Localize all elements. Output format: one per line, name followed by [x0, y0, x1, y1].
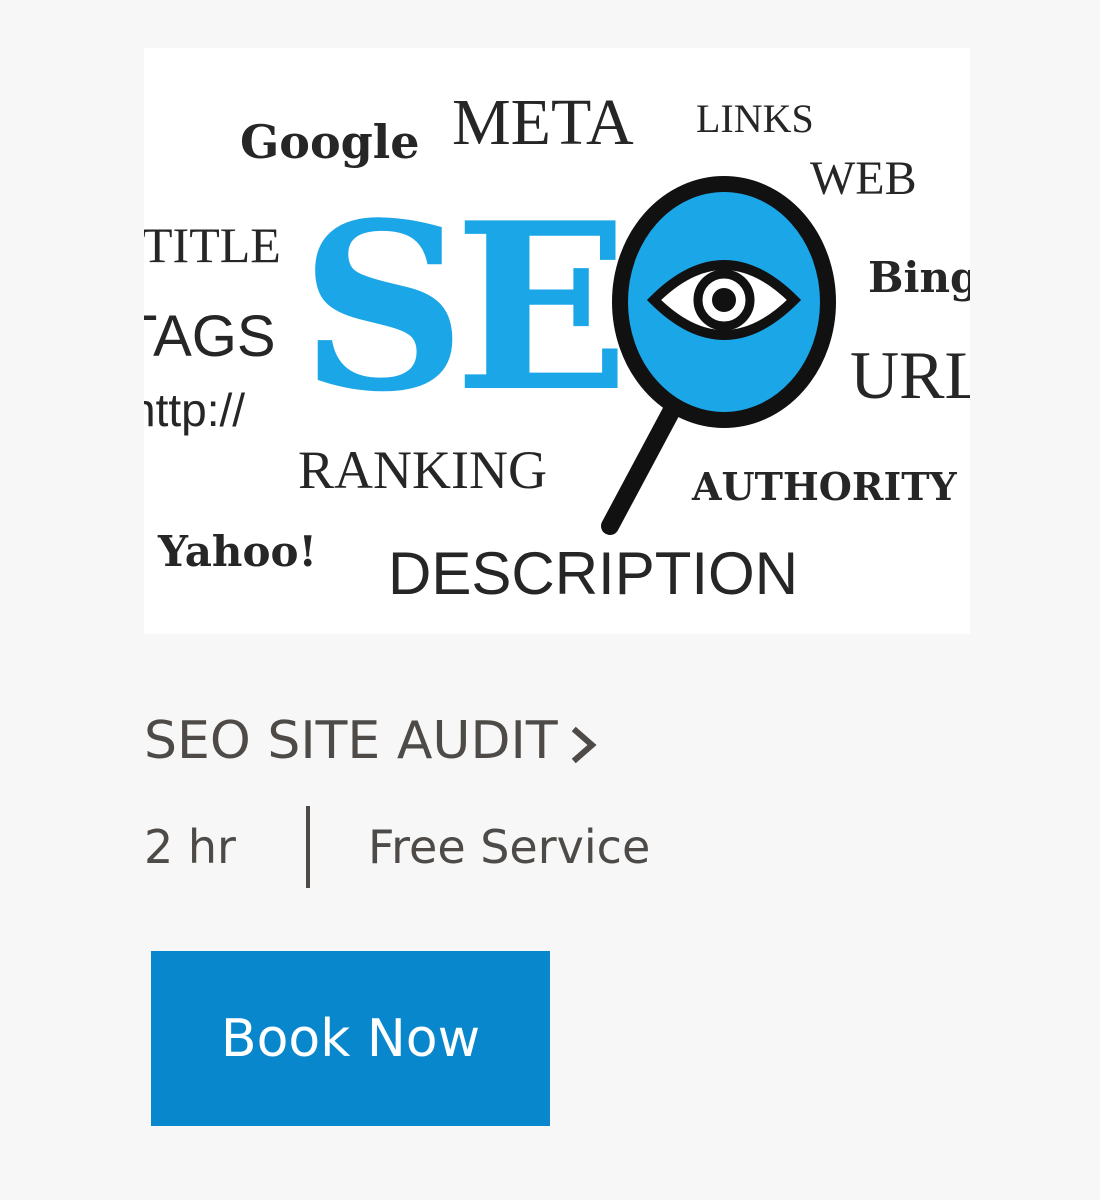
word-http: http:// — [144, 384, 245, 436]
word-url: URL — [850, 337, 970, 413]
seo-word-cloud: Google META LINKS WEB TITLE Bing TAGS UR… — [144, 48, 970, 634]
chevron-right-icon — [564, 725, 604, 765]
seo-letter-e: E — [454, 173, 629, 443]
service-card: Google META LINKS WEB TITLE Bing TAGS UR… — [0, 0, 1100, 1200]
service-title-link[interactable]: SEO SITE AUDIT — [144, 706, 604, 776]
details-divider — [306, 806, 310, 888]
seo-letter-s: S — [300, 173, 466, 443]
word-title: TITLE — [144, 217, 281, 273]
word-ranking: RANKING — [298, 440, 547, 500]
service-price: Free Service — [368, 820, 651, 874]
word-tags: TAGS — [144, 304, 276, 369]
word-google: Google — [240, 115, 420, 169]
word-bing: Bing — [868, 253, 970, 302]
word-yahoo: Yahoo! — [157, 527, 317, 576]
service-title: SEO SITE AUDIT — [144, 711, 558, 771]
word-description: DESCRIPTION — [388, 540, 798, 607]
service-image[interactable]: Google META LINKS WEB TITLE Bing TAGS UR… — [144, 48, 970, 634]
book-now-button[interactable]: Book Now — [151, 951, 550, 1126]
service-details: 2 hr Free Service — [144, 806, 650, 888]
word-meta: META — [452, 86, 634, 159]
word-web: WEB — [810, 152, 917, 205]
word-links: LINKS — [696, 96, 814, 141]
word-authority: AUTHORITY — [691, 464, 958, 509]
service-duration: 2 hr — [144, 820, 236, 874]
